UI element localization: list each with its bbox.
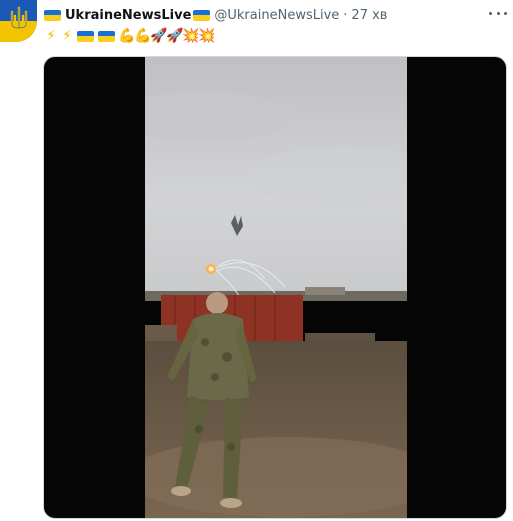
rocket-icon: 🚀 [166, 28, 184, 44]
rocket-icon: 🚀 [150, 28, 168, 44]
video-frame [145, 57, 407, 518]
separator: · [343, 7, 348, 23]
display-name[interactable]: UkraineNewsLive [65, 8, 191, 23]
timestamp[interactable]: 27 хв [351, 8, 387, 23]
flexed-biceps-icon: 💪 [134, 28, 152, 44]
more-options-icon[interactable] [489, 6, 507, 20]
lightning-icon: ⚡ [62, 28, 72, 44]
collision-icon: 💥 [198, 28, 216, 44]
trident-icon [10, 6, 28, 34]
tweet-text: ⚡ ⚡ 💪 💪 🚀 🚀 💥 💥 [44, 25, 216, 47]
lightning-icon: ⚡ [46, 28, 56, 44]
avatar[interactable] [0, 0, 37, 42]
video-player[interactable] [43, 56, 507, 519]
ukraine-flag-icon [193, 9, 211, 21]
flexed-biceps-icon: 💪 [118, 28, 136, 44]
tweet-header: UkraineNewsLive @UkraineNewsLive · 27 хв [44, 4, 387, 26]
video-still-image [145, 57, 407, 518]
ukraine-flag-icon [44, 9, 61, 21]
ukraine-flag-icon [98, 30, 115, 42]
collision-icon: 💥 [182, 28, 200, 44]
user-handle[interactable]: @UkraineNewsLive [214, 8, 339, 23]
ukraine-flag-icon [77, 30, 94, 42]
